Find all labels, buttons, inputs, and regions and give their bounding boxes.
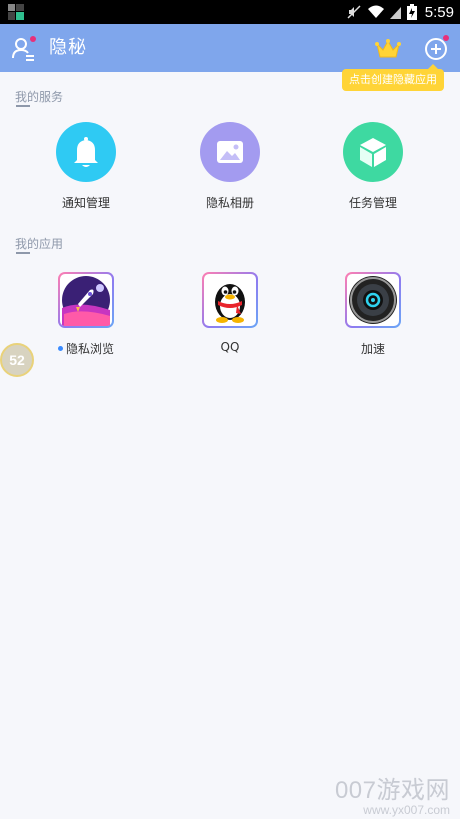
app-item-private-browser[interactable]: 隐私浏览 (16, 272, 156, 357)
watermark: 007游戏网 www.yx007.com (335, 770, 450, 817)
notification-dot (443, 35, 449, 41)
app-item-accelerate[interactable]: 加速 (303, 272, 443, 357)
app-label: 隐私浏览 (16, 340, 156, 357)
app-label: QQ (220, 340, 240, 354)
wifi-icon (367, 5, 384, 18)
battery-icon (406, 4, 417, 20)
app-label: 加速 (360, 342, 385, 356)
speed-lens-icon (349, 276, 397, 324)
section-divider (16, 105, 30, 107)
app-item-qq[interactable]: QQ (160, 272, 300, 354)
service-label: 通知管理 (61, 196, 110, 210)
bell-icon (56, 122, 116, 182)
app-bar: 隐秘 (0, 24, 460, 72)
watermark-title: 007游戏网 (334, 777, 450, 804)
crown-icon (375, 39, 401, 58)
signal-icon (389, 7, 401, 19)
section-divider (16, 252, 30, 254)
service-label: 隐私相册 (205, 196, 254, 210)
cube-icon (343, 122, 403, 182)
vip-button[interactable] (375, 37, 401, 61)
watermark-url: www.yx007.com (363, 803, 450, 817)
status-time: 5:59 (424, 3, 454, 21)
app-icon-frame (202, 272, 258, 328)
qq-penguin-icon (215, 284, 245, 323)
new-indicator-dot (57, 346, 63, 351)
app-notification-icon (8, 4, 24, 20)
photo-icon (200, 122, 260, 182)
status-bar: 5:59 (0, 0, 460, 24)
create-hidden-app-tooltip[interactable]: 点击创建隐藏应用 (342, 64, 444, 91)
rocket-browser-icon (62, 276, 110, 326)
service-item-task[interactable]: 任务管理 (303, 122, 443, 211)
services-section-title: 我的服务 (15, 90, 64, 104)
muted-icon (347, 5, 361, 19)
apps-section-title: 我的应用 (15, 237, 64, 251)
app-icon-frame (58, 272, 114, 328)
app-icon-frame (345, 272, 401, 328)
user-button[interactable] (12, 36, 38, 62)
app-label-text: 隐私浏览 (65, 342, 114, 356)
floating-assist-badge[interactable]: 52 (0, 343, 34, 377)
add-app-button[interactable] (424, 35, 450, 61)
service-item-album[interactable]: 隐私相册 (160, 122, 300, 211)
page-title: 隐秘 (49, 37, 87, 58)
service-label: 任务管理 (348, 196, 397, 210)
service-item-notification[interactable]: 通知管理 (16, 122, 156, 211)
notification-dot (30, 36, 36, 42)
